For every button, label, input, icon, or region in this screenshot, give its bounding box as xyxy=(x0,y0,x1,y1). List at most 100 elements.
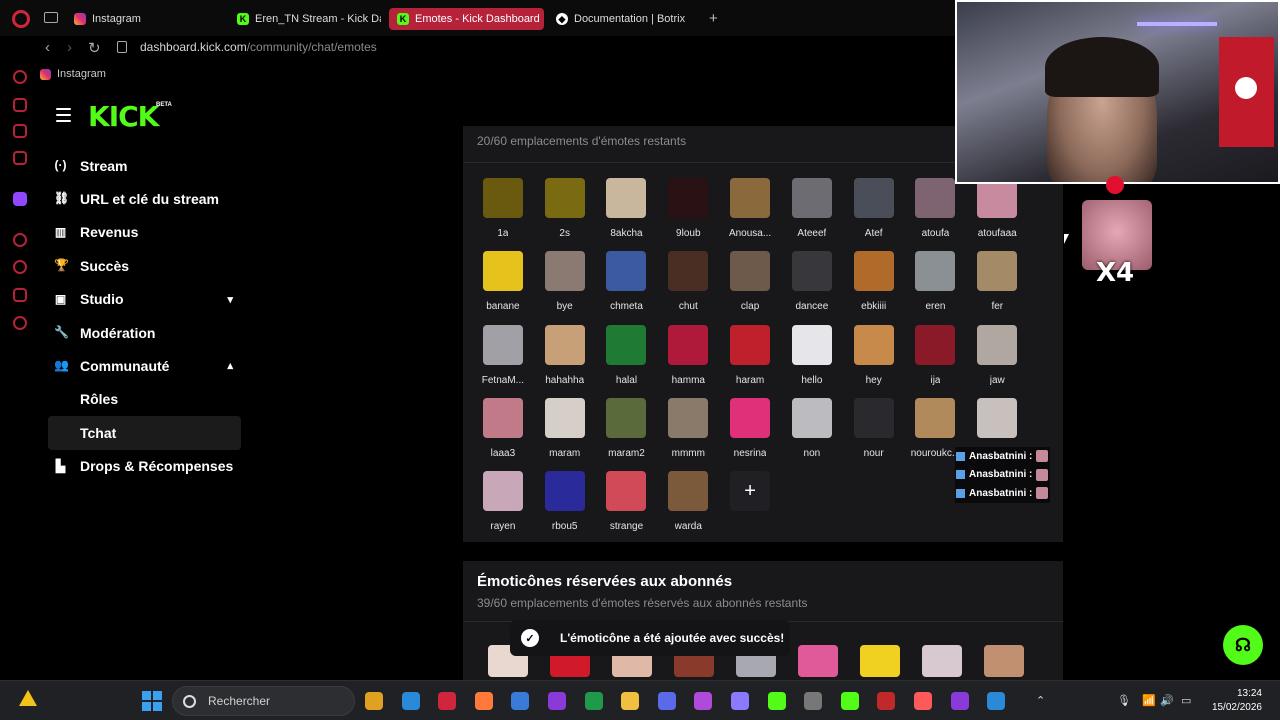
emote-image[interactable] xyxy=(668,251,709,292)
emote-image[interactable] xyxy=(544,251,585,292)
sidebar-pinboard-icon[interactable] xyxy=(13,124,27,138)
back-button[interactable]: ‹ xyxy=(45,39,50,56)
sidebar-history-icon[interactable] xyxy=(13,70,27,84)
emote-image[interactable] xyxy=(482,471,523,512)
emote-tile[interactable]: jaw xyxy=(966,324,1028,398)
taskbar-app-icon[interactable] xyxy=(438,692,457,710)
subscriber-emote-image[interactable] xyxy=(798,645,838,677)
menu-icon[interactable] xyxy=(56,108,71,126)
emote-tile[interactable]: warda xyxy=(657,471,719,544)
emote-image[interactable] xyxy=(482,324,523,365)
taskbar-app-icon[interactable] xyxy=(950,692,969,710)
emote-tile[interactable]: nesrina xyxy=(719,397,781,471)
emote-tile[interactable]: atoufa xyxy=(905,178,967,251)
emote-tile[interactable]: halal xyxy=(596,324,658,398)
tab-kick-emotes[interactable]: K Emotes - Kick Dashboard xyxy=(389,8,544,30)
taskbar-app-icon[interactable] xyxy=(401,692,420,710)
emote-image[interactable] xyxy=(915,251,956,292)
taskbar-app-icon[interactable] xyxy=(584,692,603,710)
tab-botrix[interactable]: ◆ Documentation | Botrix xyxy=(548,8,698,30)
emote-tile[interactable]: clap xyxy=(719,251,781,324)
emote-tile[interactable]: Ateeef xyxy=(781,178,843,251)
nav-item-succ-s[interactable]: 🏆 Succès xyxy=(48,249,241,282)
emote-image[interactable] xyxy=(853,324,894,365)
emote-image[interactable] xyxy=(853,397,894,438)
taskbar-app-icon[interactable] xyxy=(914,692,932,710)
nav-item-mod-ration[interactable]: 🔧 Modération xyxy=(48,316,241,349)
emote-image[interactable] xyxy=(791,397,832,438)
kick-logo[interactable]: KICK xyxy=(88,100,159,133)
emote-image[interactable] xyxy=(977,178,1018,218)
emote-tile[interactable]: bye xyxy=(534,251,596,324)
emote-image[interactable] xyxy=(791,324,832,365)
taskbar-app-icon[interactable] xyxy=(548,692,566,710)
taskbar-app-icon[interactable] xyxy=(474,692,493,710)
taskbar-app-icon[interactable] xyxy=(694,692,713,710)
emote-tile[interactable]: laaa3 xyxy=(472,397,534,471)
opera-logo-icon[interactable] xyxy=(12,10,30,28)
subscriber-emote-image[interactable] xyxy=(984,645,1024,677)
subscriber-emote-image[interactable] xyxy=(922,645,962,677)
emote-image[interactable] xyxy=(544,178,585,218)
tab-manager-icon[interactable] xyxy=(44,12,58,23)
emote-tile[interactable]: nour xyxy=(843,397,905,471)
taskbar-app-icon[interactable] xyxy=(767,692,786,710)
sidebar-play-icon[interactable] xyxy=(13,233,27,247)
emote-image[interactable] xyxy=(482,397,523,438)
emote-tile[interactable]: hahahha xyxy=(534,324,596,398)
taskbar-app-icon[interactable] xyxy=(804,692,823,710)
emote-image[interactable] xyxy=(730,251,771,292)
emote-tile[interactable]: hamma xyxy=(657,324,719,398)
emote-image[interactable] xyxy=(544,471,585,512)
emote-tile[interactable]: Atef xyxy=(843,178,905,251)
support-headset-button[interactable]: ☊ xyxy=(1223,625,1263,665)
nav-item-revenus[interactable]: ▥ Revenus xyxy=(48,216,241,249)
emote-tile[interactable]: maram2 xyxy=(596,397,658,471)
nav-item-r-les[interactable]: Rôles xyxy=(48,383,241,416)
nav-item-url-et-cl-du-stream[interactable]: ⛓ URL et clé du stream xyxy=(48,182,241,215)
emote-tile[interactable]: haram xyxy=(719,324,781,398)
warning-icon[interactable] xyxy=(19,690,37,706)
taskbar-clock[interactable]: 13:24 15/02/2026 xyxy=(1212,687,1262,715)
chevron-down-icon[interactable]: ▾ xyxy=(227,293,233,306)
tab-instagram[interactable]: Instagram xyxy=(66,8,226,30)
emote-tile[interactable]: dancee xyxy=(781,251,843,324)
tab-kick-stream[interactable]: K Eren_TN Stream - Kick Da xyxy=(229,8,381,30)
emote-image[interactable] xyxy=(668,178,709,218)
emote-image[interactable] xyxy=(606,178,647,218)
emote-image[interactable] xyxy=(730,397,771,438)
emote-tile[interactable]: hello xyxy=(781,324,843,398)
emote-image[interactable] xyxy=(730,178,771,218)
emote-image[interactable] xyxy=(977,324,1018,365)
subscriber-emote-image[interactable] xyxy=(860,645,900,677)
emote-image[interactable] xyxy=(668,397,709,438)
emote-tile[interactable]: chut xyxy=(657,251,719,324)
sidebar-player-icon[interactable] xyxy=(13,151,27,165)
wifi-icon[interactable]: 📶 xyxy=(1142,694,1156,707)
nav-item-studio[interactable]: ▣ Studio ▾ xyxy=(48,283,241,316)
emote-image[interactable] xyxy=(977,397,1018,438)
taskbar-app-icon[interactable] xyxy=(511,692,530,710)
taskbar-app-icon[interactable] xyxy=(877,692,896,710)
url-field[interactable]: dashboard.kick.com/community/chat/emotes xyxy=(140,40,377,54)
forward-button[interactable]: › xyxy=(67,39,72,56)
settings-gear-icon[interactable] xyxy=(13,316,27,330)
emote-tile[interactable]: 2s xyxy=(534,178,596,251)
clock-icon[interactable] xyxy=(13,260,27,274)
emote-tile[interactable]: chmeta xyxy=(596,251,658,324)
taskbar-app-icon[interactable] xyxy=(365,692,383,710)
emote-image[interactable] xyxy=(915,324,956,365)
nav-item-tchat[interactable]: Tchat xyxy=(48,416,241,450)
emote-tile[interactable]: non xyxy=(781,397,843,471)
emote-tile[interactable]: FetnaM... xyxy=(472,324,534,398)
emote-tile[interactable]: rayen xyxy=(472,471,534,544)
emote-image[interactable] xyxy=(730,324,771,365)
emote-tile[interactable]: 1a xyxy=(472,178,534,251)
new-tab-button[interactable]: + xyxy=(709,10,718,27)
windows-start-icon[interactable] xyxy=(142,691,162,711)
sidebar-workspace-icon[interactable] xyxy=(13,98,27,112)
taskbar-search[interactable]: Rechercher xyxy=(172,686,355,716)
emote-image[interactable] xyxy=(544,324,585,365)
emote-tile[interactable]: rbou5 xyxy=(534,471,596,544)
emote-tile[interactable]: banane xyxy=(472,251,534,324)
